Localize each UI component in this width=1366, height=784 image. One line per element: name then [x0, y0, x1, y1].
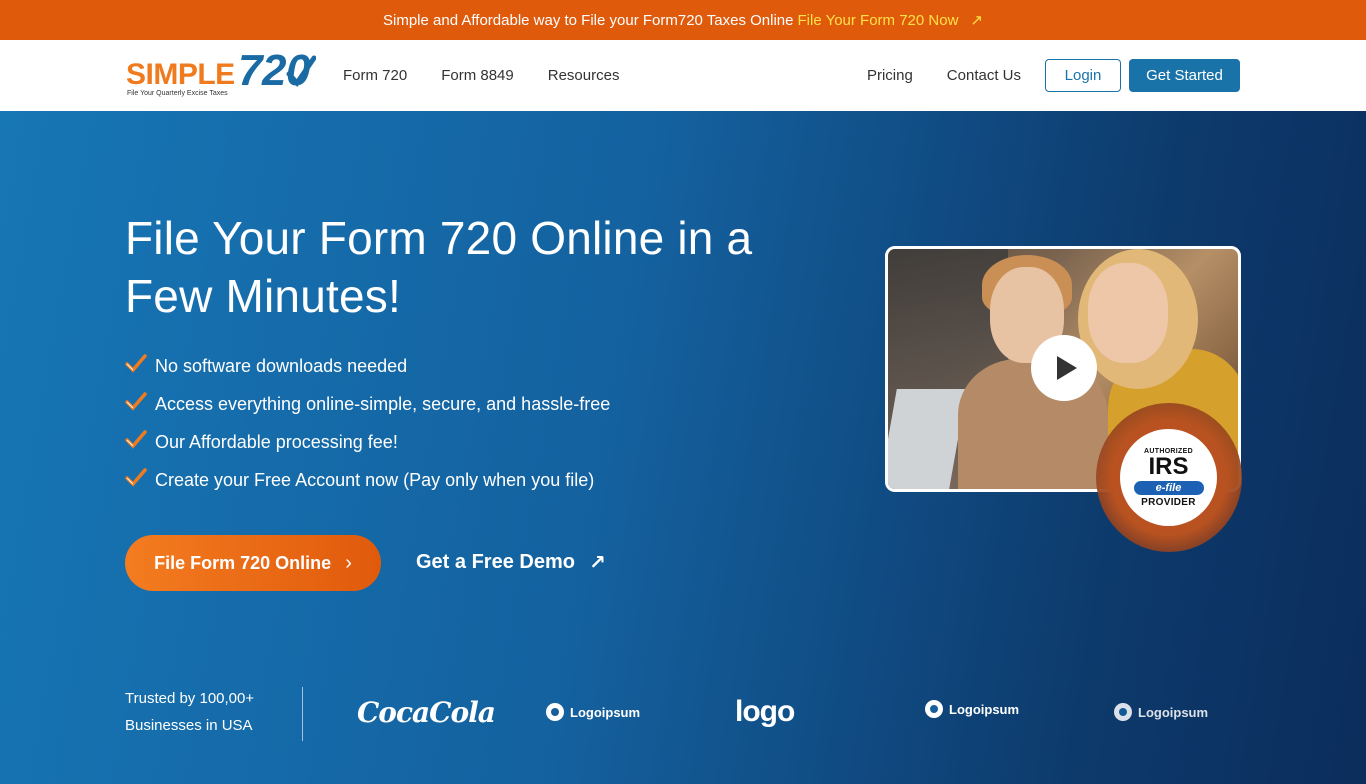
feature-text: No software downloads needed [155, 355, 408, 376]
check-icon [125, 430, 147, 449]
check-icon [125, 354, 147, 373]
badge-provider-text: PROVIDER [1141, 496, 1196, 508]
feature-text: Our Affordable processing fee! [155, 431, 398, 452]
trusted-by-text: Trusted by 100,00+ Businesses in USA [125, 685, 254, 739]
play-triangle [1057, 356, 1077, 380]
logo-simple-text: SIMPLE [126, 58, 235, 91]
divider [302, 687, 303, 741]
logoipsum-icon [546, 703, 564, 721]
nav-resources[interactable]: Resources [548, 67, 620, 84]
partner-logo-text: Logoipsum [1138, 704, 1209, 720]
partner-logo-logo: logo [735, 695, 795, 728]
cta-label: File Form 720 Online [154, 552, 332, 573]
logo-check-icon [286, 55, 316, 88]
check-icon [125, 468, 147, 487]
partner-logo-text: Logoipsum [570, 704, 641, 720]
partner-logo-cocacola: CocaCola [357, 695, 496, 729]
check-icon [125, 392, 147, 411]
feature-text: Create your Free Account now (Pay only w… [155, 469, 595, 490]
navbar: SIMPLE 720 File Your Quarterly Excise Ta… [0, 40, 1366, 111]
arrow-up-right-icon: ↗ [588, 551, 606, 574]
irs-authorized-badge: AUTHORIZED IRS e-file PROVIDER [1120, 429, 1217, 526]
feature-text: Access everything online-simple, secure,… [155, 393, 611, 414]
hero-title: File Your Form 720 Online in a Few Minut… [125, 212, 753, 322]
chevron-right-icon: › [345, 551, 352, 574]
play-icon[interactable] [1031, 335, 1097, 401]
feature-item: Our Affordable processing fee! [125, 423, 610, 461]
nav-left-menu: Form 720 Form 8849 Resources [343, 40, 619, 111]
logo-word: SIMPLE 720 [126, 46, 310, 95]
banner-text: Simple and Affordable way to File your F… [383, 11, 794, 29]
partner-logo-logoipsum: Logoipsum [546, 697, 640, 727]
arrow-up-right-icon: ↗ [970, 12, 983, 29]
get-started-button[interactable]: Get Started [1129, 59, 1240, 92]
partner-logo-text: Logoipsum [949, 701, 1020, 717]
feature-item: Create your Free Account now (Pay only w… [125, 461, 610, 499]
banner-link-text: File Your Form 720 Now [797, 11, 959, 29]
badge-irs-text: IRS [1148, 452, 1189, 480]
file-form-720-online-button[interactable]: File Form 720 Online › [125, 535, 381, 591]
nav-contact-us[interactable]: Contact Us [947, 67, 1021, 84]
lightning-icon [1114, 703, 1132, 721]
partner-logo-logoipsum: Logoipsum [1114, 697, 1208, 727]
partner-logo-logoipsum: Logoipsum [925, 694, 1019, 724]
video-person-shape [1088, 263, 1168, 363]
nav-form-8849[interactable]: Form 8849 [441, 67, 514, 84]
feature-list: No software downloads needed Access ever… [125, 347, 610, 499]
simple720-logo[interactable]: SIMPLE 720 File Your Quarterly Excise Ta… [126, 46, 316, 100]
hero-section: File Your Form 720 Online in a Few Minut… [0, 111, 1366, 784]
logo-tagline: File Your Quarterly Excise Taxes [127, 90, 228, 97]
nav-right-menu: Pricing Contact Us Login Get Started [867, 40, 1240, 111]
nav-pricing[interactable]: Pricing [867, 67, 913, 84]
feature-item: Access everything online-simple, secure,… [125, 385, 610, 423]
top-banner: Simple and Affordable way to File your F… [0, 0, 1366, 40]
demo-label: Get a Free Demo [416, 550, 575, 573]
login-button[interactable]: Login [1045, 59, 1121, 92]
logoipsum-icon [925, 700, 943, 718]
file-form-720-now-link[interactable]: File Your Form 720 Now ↗ [797, 11, 983, 30]
feature-item: No software downloads needed [125, 347, 610, 385]
badge-efile-text: e-file [1133, 480, 1204, 495]
trusted-line-2: Businesses in USA [125, 717, 253, 734]
get-free-demo-link[interactable]: Get a Free Demo ↗ [416, 547, 606, 577]
trusted-line-1: Trusted by 100,00+ [125, 690, 255, 707]
nav-form-720[interactable]: Form 720 [343, 67, 407, 84]
